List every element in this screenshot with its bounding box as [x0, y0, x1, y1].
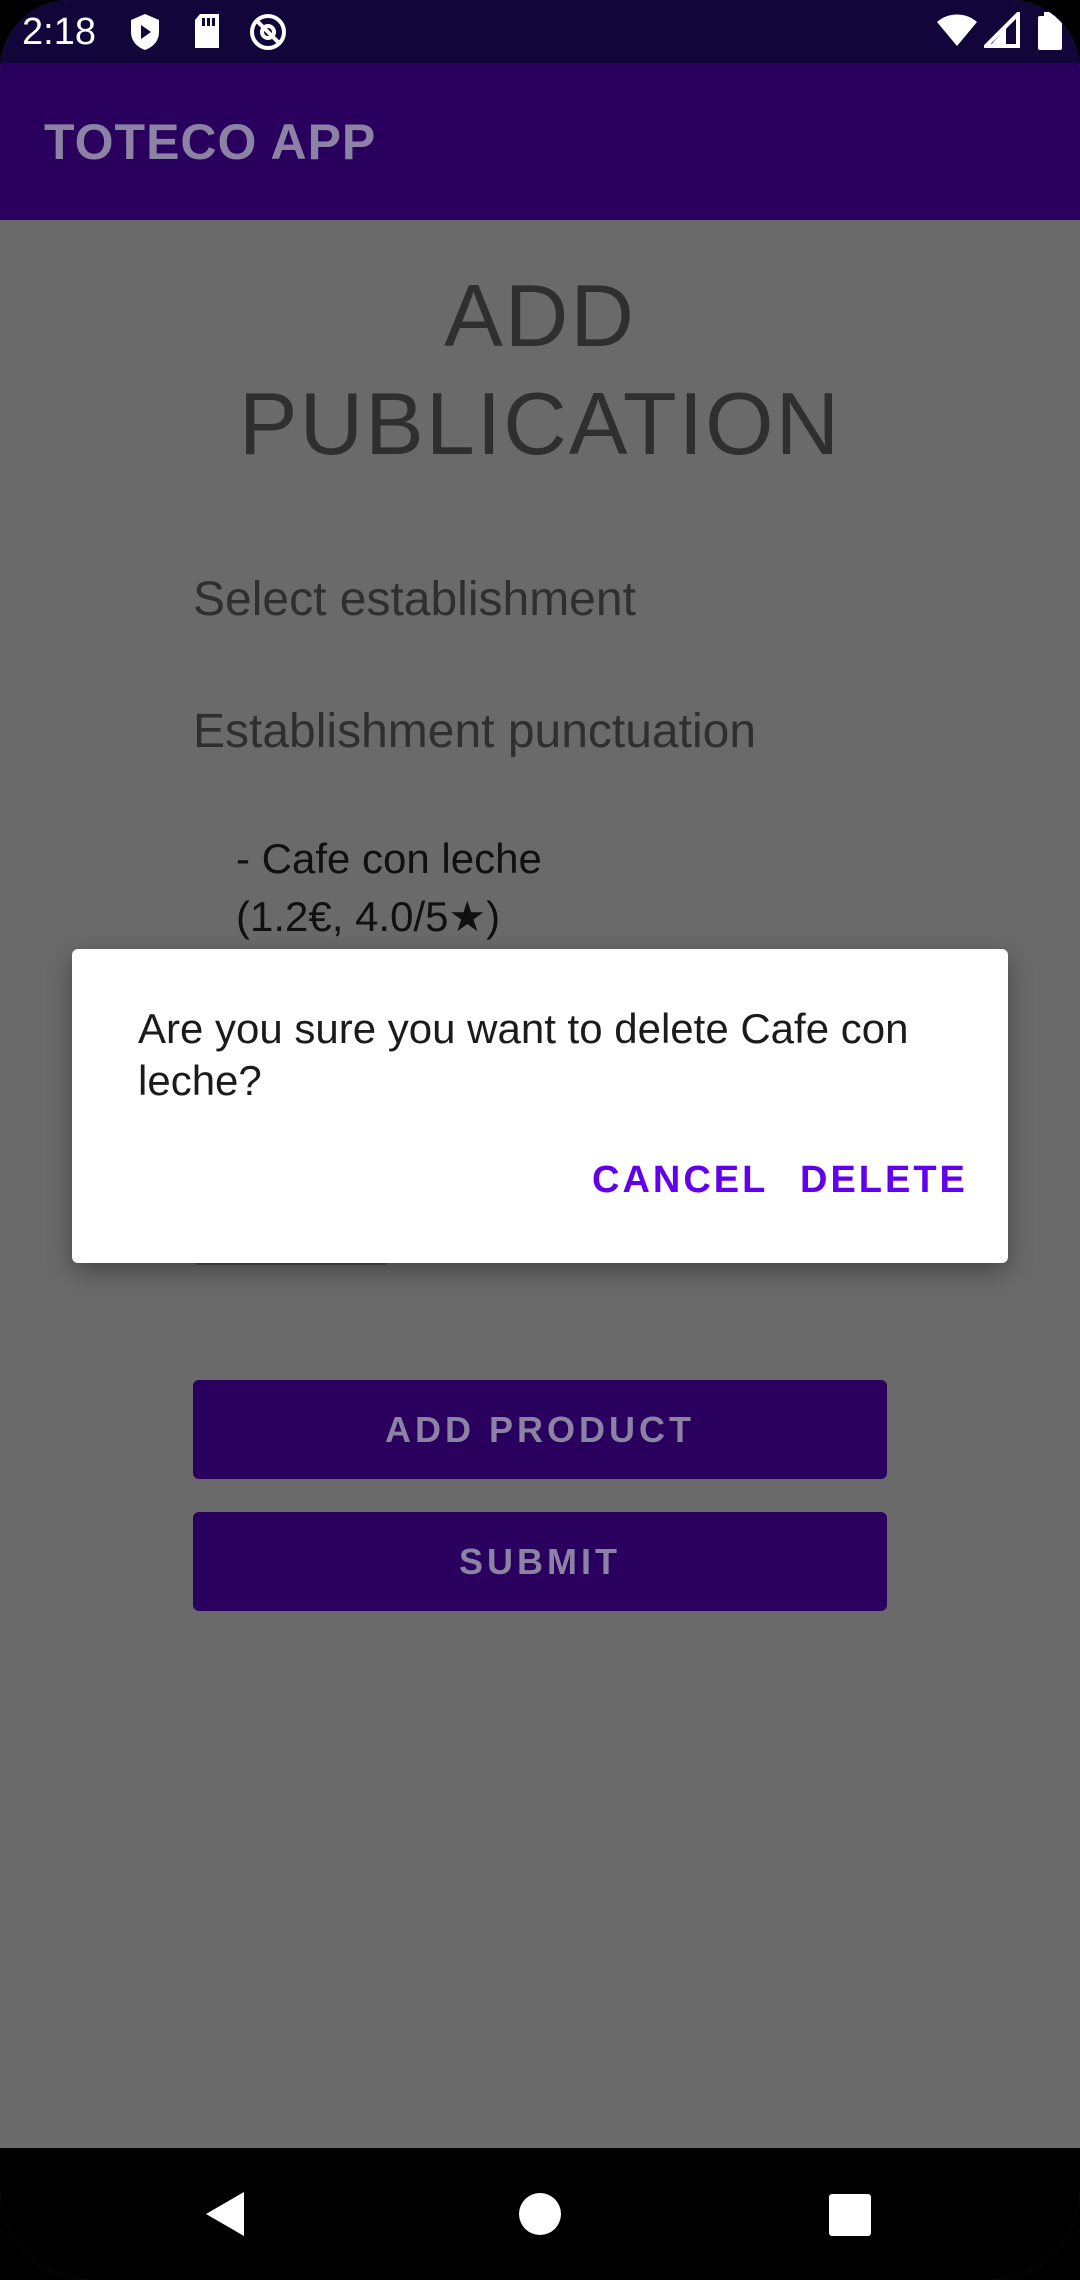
submit-button[interactable]: SUBMIT — [193, 1512, 887, 1611]
shield-play-icon — [128, 12, 162, 57]
app-bar: TOTECO APP — [0, 63, 1080, 220]
back-icon[interactable] — [200, 2188, 250, 2245]
status-time: 2:18 — [22, 11, 96, 53]
establishment-punctuation-field[interactable]: Establishment punctuation — [193, 704, 756, 759]
at-sign-icon — [248, 12, 288, 57]
product-name: - Cafe con leche — [236, 835, 542, 882]
delete-button[interactable]: DELETE — [800, 1159, 968, 1202]
dialog-message: Are you sure you want to delete Cafe con… — [138, 1005, 909, 1104]
home-icon[interactable] — [516, 2188, 564, 2245]
select-establishment-dropdown[interactable]: Select establishment — [193, 572, 636, 627]
delete-confirmation-dialog: Are you sure you want to delete Cafe con… — [72, 949, 1008, 1263]
wifi-icon — [936, 12, 978, 53]
app-title: TOTECO APP — [44, 114, 377, 170]
page-title-line-1: ADD — [444, 266, 636, 365]
recents-icon[interactable] — [826, 2188, 874, 2245]
screen: 2:18 TOTECO APP ADD PUBLICATION Select e… — [0, 0, 1080, 2280]
sd-card-icon — [192, 12, 222, 55]
battery-icon — [1036, 12, 1066, 57]
status-bar: 2:18 — [0, 0, 1080, 63]
add-product-button[interactable]: ADD PRODUCT — [193, 1380, 887, 1479]
page-title: ADD PUBLICATION — [0, 262, 1080, 478]
page-title-line-2: PUBLICATION — [238, 374, 842, 473]
cancel-button[interactable]: CANCEL — [592, 1159, 768, 1202]
cell-signal-icon — [981, 9, 1020, 53]
navigation-bar — [0, 2148, 1080, 2280]
product-details: (1.2€, 4.0/5★) — [236, 893, 501, 940]
product-list-item[interactable]: - Cafe con leche (1.2€, 4.0/5★) — [236, 830, 542, 946]
